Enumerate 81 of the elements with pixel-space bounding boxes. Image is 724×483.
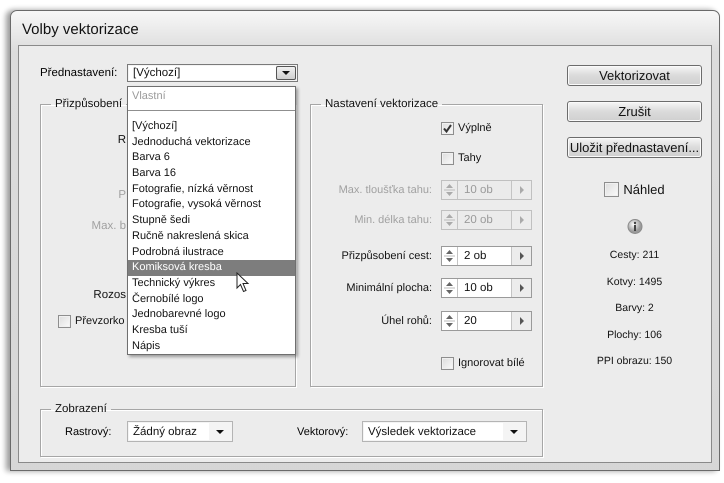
caret-icon (282, 71, 290, 75)
dialog-button[interactable]: Zrušit (567, 101, 702, 122)
spinner-value: 10 ob (463, 281, 494, 296)
arrow-button[interactable] (511, 279, 531, 297)
caret-icon (520, 186, 524, 194)
dropdown-value: Žádný obraz (129, 423, 209, 440)
checkbox[interactable] (441, 122, 454, 134)
menu-item[interactable]: Ručně nakreslená skica (128, 228, 295, 244)
stat-text: PPI obrazu: 150 (596, 354, 672, 369)
checkbox-label: Ignorovat bílé (458, 357, 525, 369)
checkbox[interactable] (58, 314, 71, 328)
caret-icon (510, 430, 518, 434)
field-label: Rastrový: (65, 426, 112, 438)
spinner-value: 20 (463, 314, 478, 329)
checkbox-label: Náhled (623, 182, 665, 196)
menu-item[interactable]: Podrobná ilustrace (128, 244, 295, 260)
group-title: Přizpůsobení (54, 98, 124, 110)
menu-item[interactable]: Barva 6 (128, 150, 295, 166)
caret-icon (216, 430, 224, 434)
menu-item[interactable]: Nápis (128, 338, 295, 354)
stepper-icon[interactable] (442, 312, 458, 330)
stat-text: Plochy: 106 (607, 328, 662, 342)
menu-item[interactable]: Barva 16 (128, 166, 295, 182)
checkbox[interactable] (441, 152, 454, 164)
field-label: R (116, 134, 126, 146)
field-label: Přednastavení: (40, 67, 118, 79)
dialog-button[interactable]: Vektorizovat (567, 65, 702, 86)
pointer-icon (236, 272, 250, 293)
arrow-button[interactable] (511, 247, 531, 265)
checkbox-label: Tahy (458, 152, 482, 164)
dropdown-button[interactable] (276, 66, 296, 80)
field-label: Přizpůsobení cest: (340, 250, 432, 262)
dropdown[interactable]: Výsledek vektorizace (362, 421, 527, 442)
caret-icon (520, 216, 524, 224)
dropdown-value: [Výchozí] (129, 66, 276, 80)
group-title: Zobrazení (54, 403, 108, 415)
field-label: P (117, 189, 126, 201)
arrow-button[interactable] (511, 312, 531, 330)
stepper-icon[interactable] (442, 279, 458, 297)
number-spinner[interactable]: 20 (441, 311, 532, 331)
field-label: Minimální plocha: (345, 282, 432, 294)
menu-item[interactable]: [Výchozí] (128, 119, 295, 135)
menu-item[interactable]: Komiksová kresba (128, 260, 295, 276)
number-spinner[interactable]: 2 ob (441, 246, 532, 266)
dialog-button[interactable]: Uložit přednastavení... (567, 137, 702, 158)
stat-text: Cesty: 211 (610, 248, 660, 263)
field-label: Rozos (92, 289, 126, 301)
menu-item[interactable]: Fotografie, vysoká věrnost (128, 197, 295, 214)
field-label: Vektorový: (297, 426, 350, 438)
dropdown[interactable]: [Výchozí] (127, 64, 298, 82)
menu-item[interactable]: Fotografie, nízká věrnost (128, 182, 295, 198)
stat-text: Kotvy: 1495 (606, 274, 662, 290)
menu-header: Vlastní (128, 87, 295, 111)
field-label: Max. b (90, 220, 126, 232)
menu-item[interactable]: Černobílé logo (128, 292, 295, 308)
caret-icon (520, 317, 524, 325)
info-icon (626, 219, 642, 235)
checkbox-label: Výplně (458, 122, 492, 134)
field-label: Úhel rohů: (380, 315, 432, 327)
spinner-value: 2 ob (463, 249, 488, 264)
menu-item[interactable]: Kresba tuší (128, 322, 295, 339)
window-title: Volby vektorizace (22, 21, 139, 38)
menu-item[interactable]: Jednoduchá vektorizace (128, 134, 295, 150)
stepper-icon[interactable] (442, 247, 458, 265)
spinner-value: 10 ob (463, 183, 494, 198)
number-spinner[interactable]: 10 ob (441, 278, 532, 298)
field-label: Max. tloušťka tahu: (338, 184, 432, 196)
caret-icon (520, 284, 524, 292)
menu-item[interactable]: Stupně šedi (128, 213, 295, 229)
caret-icon (520, 252, 524, 260)
checkbox[interactable] (441, 356, 454, 370)
group-title: Nastavení vektorizace (324, 98, 440, 110)
stat-text: Barvy: 2 (615, 301, 654, 316)
dropdown-value: Výsledek vektorizace (364, 423, 503, 440)
dropdown[interactable]: Žádný obraz (127, 421, 233, 442)
menu-item[interactable]: Jednobarevné logo (128, 307, 295, 323)
checkbox-label: Převzorko (75, 315, 125, 327)
checkbox[interactable] (604, 182, 620, 196)
field-label: Min. délka tahu: (353, 214, 432, 226)
menu-item[interactable]: Technický výkres (128, 276, 295, 292)
spinner-value: 20 ob (463, 213, 494, 228)
